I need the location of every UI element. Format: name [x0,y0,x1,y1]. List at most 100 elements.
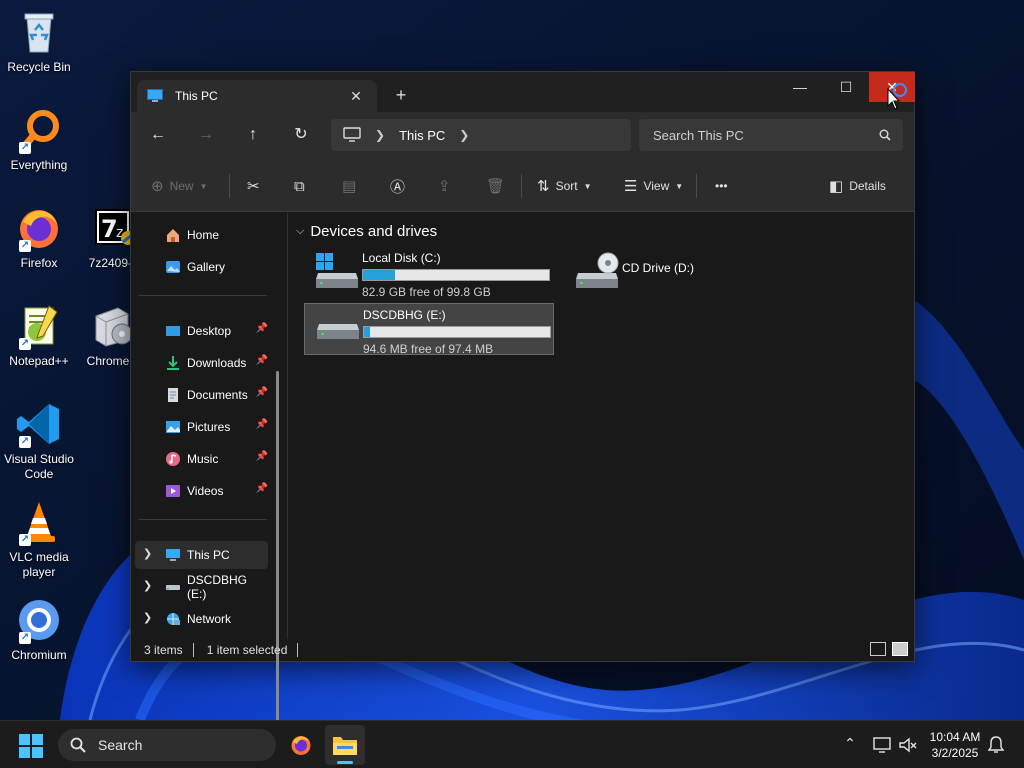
group-header-devices[interactable]: ⌵ Devices and drives [296,223,437,240]
tab-title: This PC [175,89,218,103]
taskbar-search-box[interactable]: Search [58,729,276,761]
up-button[interactable]: ↑ [238,121,268,149]
sidebar-item-label: Documents [187,388,248,402]
sidebar-item-this-pc[interactable]: ❯ This PC [135,541,268,569]
sidebar-item-videos[interactable]: Videos 📌 [135,477,268,505]
desktop-icon-vscode[interactable]: ↗ Visual Studio Code [1,400,77,482]
cut-button[interactable]: ✂ [247,173,266,199]
pin-icon[interactable]: 📌 [256,323,268,334]
7zip-icon: 7z [88,204,136,252]
recycle-bin-icon [15,8,63,56]
pin-icon[interactable]: 📌 [256,483,268,494]
sidebar-item-downloads[interactable]: Downloads 📌 [135,349,268,377]
maximize-button[interactable]: ☐ [823,72,869,102]
back-button[interactable]: ← [143,121,173,149]
refresh-button[interactable]: ↻ [286,121,316,149]
new-tab-button[interactable]: + [389,84,413,108]
tiles-view-icon[interactable] [892,642,908,656]
network-status-icon[interactable] [872,735,892,755]
shortcut-arrow-icon: ↗ [19,240,31,252]
status-bar: 3 items 1 item selected [131,639,914,661]
status-separator [297,643,299,657]
show-hidden-icons-chevron-icon[interactable]: ⌃ [840,735,860,755]
taskbar-firefox[interactable] [281,725,321,765]
start-button[interactable] [18,733,44,759]
details-label: Details [849,179,886,193]
firefox-icon: ↗ [15,204,63,252]
command-separator [521,174,522,198]
volume-muted-icon[interactable] [898,735,918,755]
desktop-icon-vlc[interactable]: ↗ VLC media player [1,498,77,580]
paste-button[interactable]: ▤ [342,173,362,199]
search-box[interactable]: Search This PC [639,119,903,151]
address-bar[interactable]: ❯ This PC ❯ [331,119,631,151]
drive-tile-c[interactable]: Local Disk (C:) 82.9 GB free of 99.8 GB [304,247,554,299]
drive-name: DSCDBHG (E:) [363,308,446,322]
breadcrumb-chevron-icon[interactable]: ❯ [459,128,469,142]
minimize-button[interactable]: — [777,72,823,102]
sidebar-item-desktop[interactable]: Desktop 📌 [135,317,268,345]
drive-tile-e[interactable]: DSCDBHG (E:) 94.6 MB free of 97.4 MB [304,303,554,356]
scissors-icon: ✂ [247,178,260,195]
shortcut-arrow-icon: ↗ [19,142,31,154]
new-label: New [169,179,194,193]
desktop-icon-label: VLC media player [9,550,69,579]
sidebar-item-music[interactable]: Music 📌 [135,445,268,473]
tab-this-pc[interactable]: This PC ✕ [137,80,377,112]
rename-button[interactable]: Ⓐ [390,173,411,199]
sort-button[interactable]: ⇅ Sort ▼ [537,173,592,199]
details-button[interactable]: ◧ Details [829,173,886,199]
delete-button[interactable]: 🗑 [486,173,511,199]
share-button[interactable]: ⇪ [438,173,457,199]
plus-circle-icon: ⊕ [151,178,164,195]
sidebar-item-dscdbhg[interactable]: ❯ DSCDBHG (E:) [135,573,268,601]
shortcut-arrow-icon: ↗ [19,632,31,644]
breadcrumb-chevron-icon[interactable]: ❯ [375,128,385,142]
pin-icon[interactable]: 📌 [256,451,268,462]
command-separator [229,174,230,198]
forward-button[interactable]: → [191,121,221,149]
pin-icon[interactable]: 📌 [256,419,268,430]
downloads-icon [167,356,179,370]
desktop-icon-label: Everything [10,158,68,172]
mouse-cursor-icon [887,88,901,110]
taskbar-file-explorer[interactable] [325,725,365,765]
desktop-icon-label: Chromium [11,648,67,662]
taskbar-search-placeholder: Search [98,737,143,753]
view-button[interactable]: ☰ View ▼ [624,173,683,199]
desktop-icon-everything[interactable]: ↗ Everything [1,106,77,173]
drive-tile-d[interactable]: CD Drive (D:) [564,247,814,299]
sidebar-item-gallery[interactable]: Gallery [135,253,268,281]
tab-close-icon[interactable]: ✕ [345,85,367,107]
sidebar-item-home[interactable]: Home [135,221,268,249]
command-bar: ⊕ New ▼ ✂ ⧉ ▤ Ⓐ ⇪ 🗑 ⇅ Sort ▼ ☰ View ▼ ••… [131,158,914,212]
system-clock[interactable]: 10:04 AM 3/2/2025 [922,729,988,761]
sidebar-divider [139,519,267,520]
sidebar-item-label: Music [187,452,219,466]
pin-icon[interactable]: 📌 [256,387,268,398]
notification-bell-icon[interactable] [986,735,1006,755]
breadcrumb-this-pc[interactable]: This PC [399,128,445,143]
desktop-icon-recycle-bin[interactable]: Recycle Bin [1,8,77,75]
new-button[interactable]: ⊕ New ▼ [151,173,208,199]
sidebar-item-documents[interactable]: Documents 📌 [135,381,268,409]
expand-chevron-icon[interactable]: ❯ [143,579,152,592]
sidebar-item-network[interactable]: ❯ Network [135,605,268,633]
details-view-icon[interactable] [870,642,886,656]
copy-button[interactable]: ⧉ [294,173,311,199]
sidebar-item-pictures[interactable]: Pictures 📌 [135,413,268,441]
more-options-button[interactable]: ••• [715,173,728,199]
desktop-icon-chromium[interactable]: ↗ Chromium [1,596,77,663]
collapse-chevron-icon[interactable]: ⌵ [296,225,304,238]
title-bar[interactable]: This PC ✕ + — ☐ ✕ [131,72,915,112]
expand-chevron-icon[interactable]: ❯ [143,611,152,624]
expand-chevron-icon[interactable]: ❯ [143,547,152,560]
sidebar-scrollbar[interactable] [276,371,279,733]
pin-icon[interactable]: 📌 [256,355,268,366]
content-pane[interactable]: ⌵ Devices and drives Local Disk (C:) 82.… [288,213,914,639]
drive-usage-bar [362,269,550,281]
file-explorer-window[interactable]: This PC ✕ + — ☐ ✕ ← → ↑ ↻ ❯ This PC ❯ Se… [130,71,915,733]
windows-drive-icon [316,253,358,288]
desktop-icon-notepadpp[interactable]: ↗ Notepad++ [1,302,77,369]
desktop-icon-firefox[interactable]: ↗ Firefox [1,204,77,271]
